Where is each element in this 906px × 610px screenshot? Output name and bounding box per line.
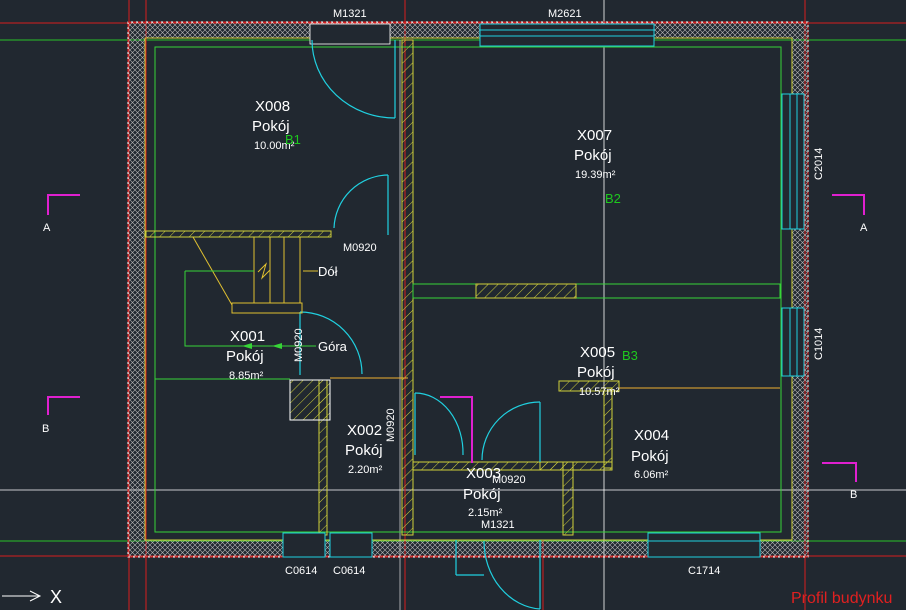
profile-title: Profil budynku	[791, 590, 892, 607]
room-x008: X008 Pokój 10.00m² B1	[252, 98, 301, 152]
section-a-right: A	[860, 222, 868, 234]
room-x005: X005 Pokój 10.57m² B3	[577, 344, 638, 398]
room-name: Pokój	[345, 442, 383, 459]
room-name: Pokój	[577, 364, 615, 381]
room-id: X007	[577, 127, 612, 144]
ucs-x-label: X	[50, 587, 62, 607]
room-tag: B3	[622, 348, 638, 363]
label-c1014: C1014	[813, 328, 825, 360]
room-id: X003	[466, 465, 501, 482]
room-name: Pokój	[463, 486, 501, 503]
room-name: Pokój	[631, 448, 669, 465]
label-m1321-bottom: M1321	[481, 519, 515, 531]
room-area: 8.85m²	[229, 370, 264, 382]
label-m2621: M2621	[548, 8, 582, 20]
room-area: 2.20m²	[348, 464, 383, 476]
room-tag: B1	[285, 132, 301, 147]
stair-up-label: Góra	[318, 339, 348, 354]
room-id: X001	[230, 328, 265, 345]
room-x003: X003 Pokój 2.15m²	[463, 465, 503, 519]
room-x001: X001 Pokój 8.85m²	[226, 328, 265, 382]
room-area: 6.06m²	[634, 469, 669, 481]
label-m0920-a: M0920	[343, 242, 377, 254]
room-area: 2.15m²	[468, 507, 503, 519]
room-name: Pokój	[574, 147, 612, 164]
room-area: 10.57m²	[579, 386, 620, 398]
label-c2014: C2014	[813, 148, 825, 180]
room-id: X002	[347, 422, 382, 439]
label-m0920-c: M0920	[385, 408, 397, 442]
label-c0614-a: C0614	[285, 565, 317, 577]
room-area: 19.39m²	[575, 169, 616, 181]
room-x002: X002 Pokój 2.20m²	[345, 422, 383, 476]
section-b-left: B	[42, 423, 49, 435]
room-id: X004	[634, 427, 669, 444]
room-tag: B2	[605, 191, 621, 206]
label-c1714: C1714	[688, 565, 720, 577]
section-b-right: B	[850, 489, 857, 501]
room-x007: X007 Pokój 19.39m² B2	[574, 127, 621, 206]
stair-down-label: Dół	[318, 264, 338, 279]
floor-plan-canvas: M1321 M2621 M0920 M0920 M0920 M0920 M132…	[0, 0, 906, 610]
ucs-icon	[2, 590, 42, 602]
label-m0920-b: M0920	[293, 328, 305, 362]
section-a-left: A	[43, 222, 51, 234]
section-markers	[47, 194, 865, 482]
room-id: X005	[580, 344, 615, 361]
label-m1321-top: M1321	[333, 8, 367, 20]
room-x004: X004 Pokój 6.06m²	[631, 427, 669, 481]
room-name: Pokój	[226, 348, 264, 365]
interior-walls	[145, 39, 781, 536]
label-c0614-b: C0614	[333, 565, 365, 577]
room-name: Pokój	[252, 118, 290, 135]
room-id: X008	[255, 98, 290, 115]
